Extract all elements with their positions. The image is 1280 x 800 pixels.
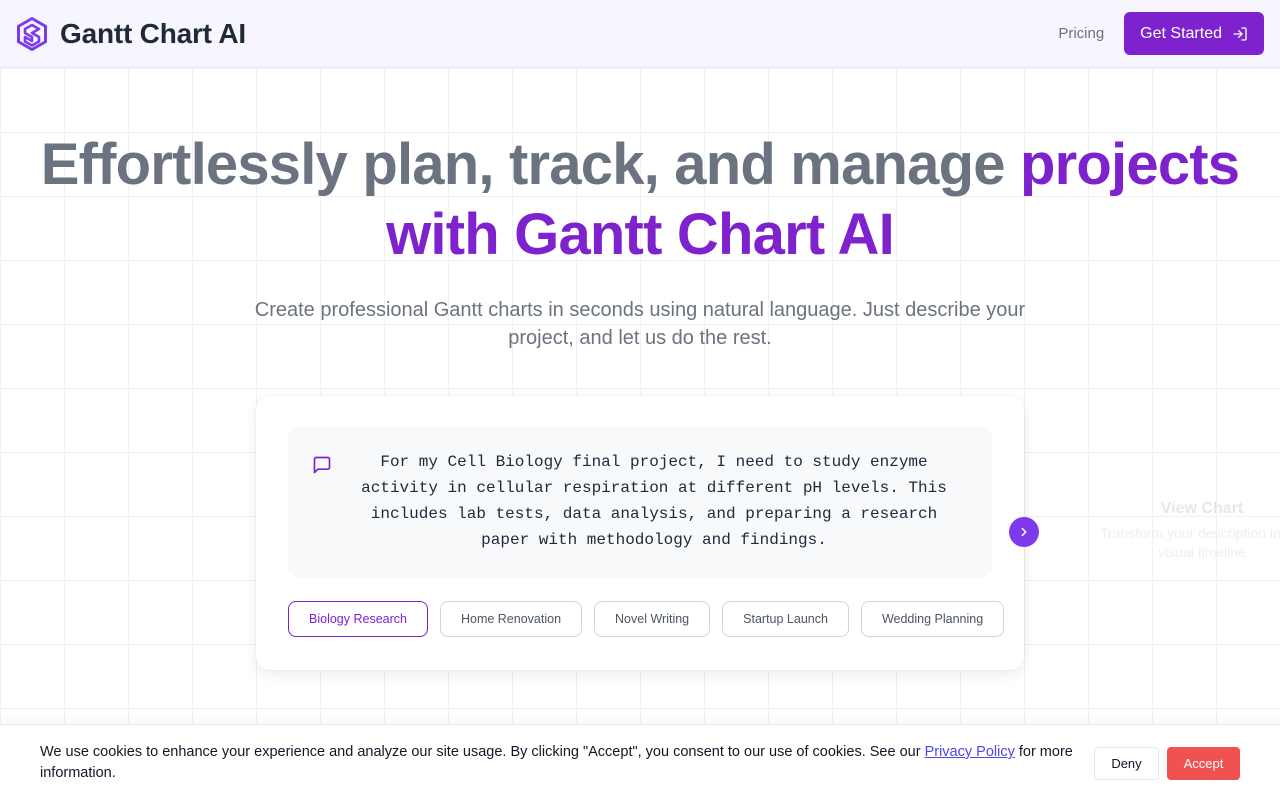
cookie-banner: We use cookies to enhance your experienc… [0,724,1280,800]
next-step-title: View Chart [1160,500,1244,517]
hero-title-highlight1: projects [1020,132,1240,197]
hero-title: Effortlessly plan, track, and manage pro… [0,130,1280,270]
chip-home-renovation[interactable]: Home Renovation [439,601,583,637]
hero-title-highlight2: with Gantt Chart AI [386,202,895,267]
deny-button[interactable]: Deny [1094,747,1159,780]
privacy-policy-link[interactable]: Privacy Policy [925,744,1015,760]
chip-wedding-planning[interactable]: Wedding Planning [860,601,1005,637]
prompt-text: For my Cell Biology final project, I nee… [361,453,947,549]
next-step-preview: View Chart Transform your description in… [1090,500,1280,562]
message-square-icon [313,456,331,474]
hero-section: Effortlessly plan, track, and manage pro… [0,130,1280,352]
top-navbar: Gantt Chart AI Pricing Get Started [0,0,1280,68]
example-chips: Biology Research Home Renovation Novel W… [288,601,1005,637]
chip-biology-research[interactable]: Biology Research [288,601,428,637]
hero-subtitle: Create professional Gantt charts in seco… [254,299,1026,349]
brand[interactable]: Gantt Chart AI [16,16,246,51]
hero-title-part1: Effortlessly plan, track, and manage [40,132,1021,197]
pricing-link[interactable]: Pricing [1058,25,1104,42]
prompt-card: For my Cell Biology final project, I nee… [256,396,1024,670]
chip-startup-launch[interactable]: Startup Launch [722,601,849,637]
get-started-label: Get Started [1140,24,1222,42]
chevron-right-icon [1021,527,1027,537]
next-button[interactable] [1009,517,1039,547]
nav: Pricing Get Started [1058,12,1264,55]
prompt-box[interactable]: For my Cell Biology final project, I nee… [288,427,992,577]
cookie-text: We use cookies to enhance your experienc… [40,742,1080,784]
hexagon-logo-icon [17,16,47,51]
brand-name: Gantt Chart AI [60,17,246,49]
cookie-text-before: We use cookies to enhance your experienc… [40,744,925,760]
accept-button[interactable]: Accept [1167,747,1240,780]
next-step-description: Transform your description into a visual… [1099,525,1280,560]
login-arrow-icon [1233,26,1247,41]
chip-novel-writing[interactable]: Novel Writing [594,601,711,637]
get-started-button[interactable]: Get Started [1124,12,1264,55]
